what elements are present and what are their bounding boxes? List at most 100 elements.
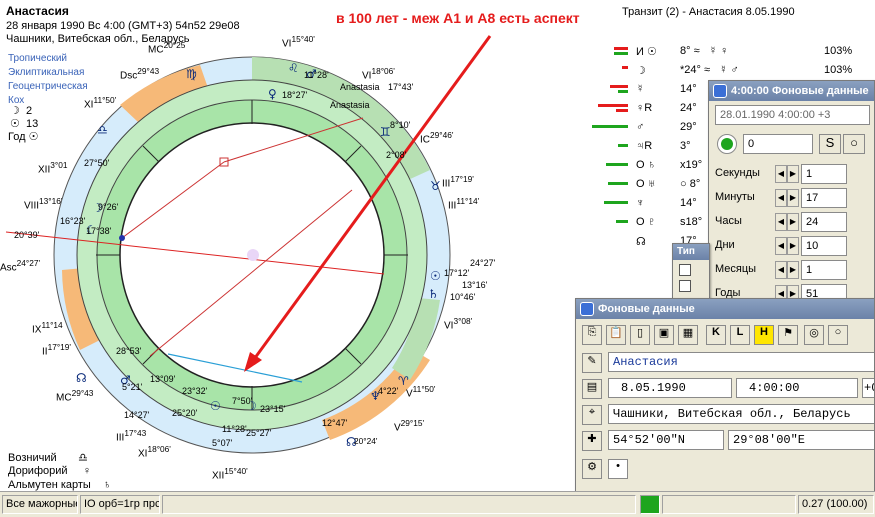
minutes-decrement[interactable]: ◀	[775, 189, 787, 207]
planet-degree: 5°21'	[122, 382, 143, 392]
new-file-icon[interactable]: ▯	[630, 325, 650, 345]
status-orb[interactable]: IO орб=1гр прс	[80, 495, 160, 514]
cusp-label-viii: VIII13°16'	[24, 196, 63, 212]
seconds-input[interactable]: 1	[801, 164, 847, 184]
date-input[interactable]: 8.05.1990	[608, 378, 732, 398]
dot-icon[interactable]: •	[608, 459, 628, 479]
circle-icon[interactable]: ○	[828, 325, 848, 345]
planet-row[interactable]: И ☉ 8° ≈ ☿ ♀ 103%	[588, 42, 875, 61]
almuten-note: Альмутен карты ♄	[8, 479, 112, 491]
minutes-input[interactable]: 17	[801, 188, 847, 208]
circle-button[interactable]: ○	[843, 134, 865, 154]
calendar-icon[interactable]: ▤	[582, 379, 602, 399]
type-checkbox[interactable]	[679, 280, 691, 292]
time-step-window[interactable]: 4:00:00 Фоновые данные 28.01.1990 4:00:0…	[708, 80, 875, 308]
sun-icon: ☉	[646, 46, 657, 58]
background-data-titlebar[interactable]: Фоновые данные	[576, 299, 874, 319]
libra-icon: ♎	[78, 452, 88, 464]
strength-bars	[588, 122, 628, 134]
run-button[interactable]	[717, 134, 737, 154]
moon-icon: ☽	[636, 65, 646, 77]
svg-text:♀: ♀	[268, 87, 277, 101]
l-icon[interactable]: L	[730, 325, 750, 345]
strength-bars	[588, 141, 628, 153]
strength-bars	[588, 46, 628, 58]
svg-text:♎: ♎	[97, 123, 108, 137]
status-bar: Все мажорные IO орб=1гр прс 0.27 (100.00…	[0, 491, 875, 517]
table-icon[interactable]: ▦	[678, 325, 698, 345]
saturn-icon: ♄	[647, 159, 656, 171]
hours-increment[interactable]: ▶	[787, 213, 799, 231]
background-data-window[interactable]: Фоновые данные ⎘ 📋 ▯ ▣ ▦ K L H ⚑ ◎ ○ ✎ А…	[575, 298, 875, 492]
map-icon[interactable]: ⌖	[582, 405, 602, 425]
scale-button[interactable]: S	[819, 134, 841, 154]
green-indicator-icon	[721, 138, 733, 150]
spiral-icon[interactable]: ◎	[804, 325, 824, 345]
h-icon[interactable]: H	[754, 325, 774, 345]
k-icon[interactable]: K	[706, 325, 726, 345]
planet-row[interactable]: ☽ *24° ≈ ☿ ♂ 103%	[588, 61, 875, 80]
cusp-label-vi: VI15°40'	[282, 34, 315, 50]
status-value: 0.27 (100.00)	[798, 495, 874, 514]
planet-degree: 13°09'	[150, 374, 176, 384]
doryphory-note: Дорифорий ♀	[8, 465, 92, 477]
status-indicator	[640, 495, 660, 514]
months-increment[interactable]: ▶	[787, 261, 799, 279]
time-input[interactable]: 4:00:00	[736, 378, 858, 398]
hours-input[interactable]: 24	[801, 212, 847, 232]
hours-decrement[interactable]: ◀	[775, 213, 787, 231]
cusp-label-dsc: Dsc29°43	[120, 66, 160, 82]
cusp-label-xii2: XII15°40'	[212, 466, 248, 482]
days-decrement[interactable]: ◀	[775, 237, 787, 255]
type-panel-titlebar[interactable]: Тип	[673, 244, 709, 260]
svg-text:☉: ☉	[430, 269, 441, 283]
months-input[interactable]: 1	[801, 260, 847, 280]
neptune-icon: ♆	[636, 197, 645, 209]
planet-degree: 17°43'	[388, 82, 414, 92]
type-panel[interactable]: Тип	[672, 243, 710, 303]
type-checkbox[interactable]	[679, 264, 691, 276]
charioteer-note: Возничий ♎	[8, 452, 88, 464]
copy-icon[interactable]: ⎘	[582, 325, 602, 345]
planet-degree: 8°10'	[390, 120, 411, 130]
person-icon[interactable]: ✎	[582, 353, 602, 373]
latitude-input[interactable]: 54°52'00"N	[608, 430, 724, 450]
cusp-label-xi: XI11°50'	[84, 95, 117, 111]
cusp-label-iii3: III11°14'	[448, 196, 480, 212]
planet-degree: 12°47'	[322, 418, 348, 428]
cusp-label-node: 20°24'	[354, 436, 378, 446]
planet-degree: 17°38'	[86, 226, 112, 236]
months-decrement[interactable]: ◀	[775, 261, 787, 279]
settings-icon[interactable]: ⚙	[582, 459, 602, 479]
strength-bars	[588, 179, 628, 191]
svg-text:☉: ☉	[210, 399, 221, 413]
months-label: Месяцы	[715, 263, 757, 275]
seconds-decrement[interactable]: ◀	[775, 165, 787, 183]
planet-degree: Anastasia	[340, 82, 380, 92]
save-icon[interactable]: ▣	[654, 325, 674, 345]
mercury-icon: ☿	[636, 83, 645, 95]
time-step-titlebar[interactable]: 4:00:00 Фоновые данные	[709, 81, 874, 101]
strength-bars	[588, 103, 628, 115]
status-aspects[interactable]: Все мажорные	[2, 495, 78, 514]
minutes-increment[interactable]: ▶	[787, 189, 799, 207]
cusp-label-v: V11°50'	[406, 384, 436, 400]
name-input[interactable]: Анастасия	[608, 352, 874, 372]
uranus-icon: ♅	[647, 178, 656, 190]
planet-degree: 9°26'	[98, 202, 119, 212]
seconds-increment[interactable]: ▶	[787, 165, 799, 183]
place-input[interactable]: Чашники, Витебская обл., Беларусь	[608, 404, 874, 424]
days-increment[interactable]: ▶	[787, 237, 799, 255]
coordinates-icon[interactable]: ✚	[582, 431, 602, 451]
saturn-icon: ♄	[103, 479, 112, 491]
longitude-input[interactable]: 29°08'00"E	[728, 430, 874, 450]
step-field[interactable]: 0	[743, 134, 813, 154]
timezone-input[interactable]: +0	[862, 378, 874, 398]
paste-icon[interactable]: 📋	[606, 325, 626, 345]
svg-text:♄: ♄	[428, 287, 439, 301]
base-date-field[interactable]: 28.01.1990 4:00:00 +3	[715, 105, 870, 125]
strength-bars	[588, 198, 628, 210]
flag-icon[interactable]: ⚑	[778, 325, 798, 345]
days-input[interactable]: 10	[801, 236, 847, 256]
planet-degree: 5°07'	[212, 438, 233, 448]
